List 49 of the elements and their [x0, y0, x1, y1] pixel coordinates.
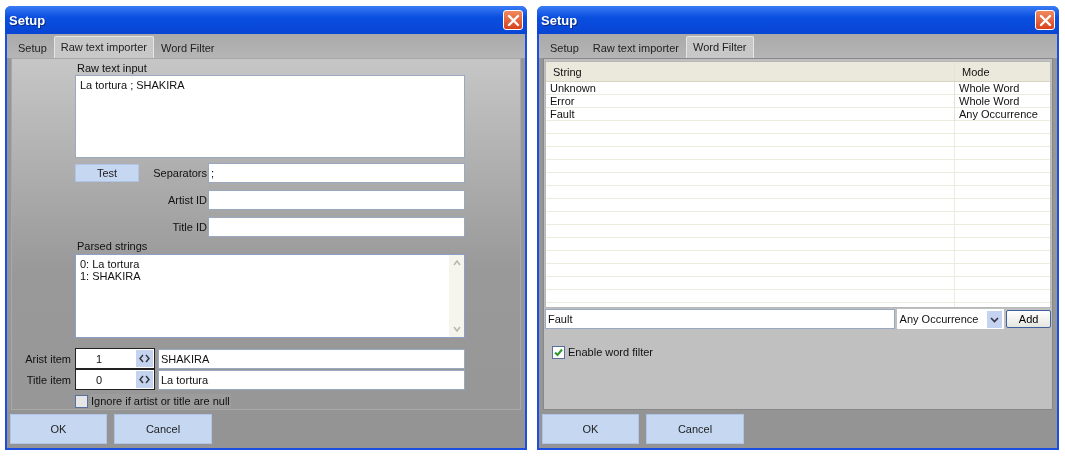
- list-item: 0: La tortura: [80, 258, 141, 270]
- input-field[interactable]: SHAKIRA: [158, 348, 465, 369]
- column-header[interactable]: String: [546, 62, 955, 81]
- field-label: Artist ID: [167, 194, 207, 206]
- dialog-button[interactable]: Cancel: [114, 414, 212, 444]
- dialog-button[interactable]: OK: [542, 414, 639, 444]
- dialog-button[interactable]: OK: [10, 414, 107, 444]
- spin-arrows-icon[interactable]: [136, 371, 153, 388]
- field-label: Arist item: [24, 352, 72, 365]
- field-label: Title item: [25, 373, 72, 386]
- tab[interactable]: Setup: [11, 38, 54, 58]
- table-cell-text: Whole Word: [958, 82, 1021, 95]
- mode-dropdown[interactable]: Any Occurrence: [896, 309, 1005, 329]
- checkbox-label: Ignore if artist or title are null: [90, 394, 231, 408]
- spin-arrows-icon[interactable]: [136, 350, 153, 367]
- field-label: Raw text input: [76, 61, 148, 75]
- checkbox-label: Enable word filter: [567, 345, 654, 359]
- close-button[interactable]: [503, 10, 523, 30]
- input-field[interactable]: La tortura: [158, 369, 465, 390]
- test-button[interactable]: Test: [75, 164, 139, 182]
- text-area[interactable]: La tortura ; SHAKIRA: [75, 75, 465, 158]
- table-cell-text: Any Occurrence: [958, 108, 1039, 121]
- spin-field[interactable]: 0: [75, 369, 155, 390]
- input-field[interactable]: ;: [208, 163, 465, 183]
- window-title: Setup: [541, 12, 578, 28]
- input-field[interactable]: Fault: [545, 309, 895, 329]
- field-label: Parsed strings: [76, 239, 149, 253]
- dialog-button[interactable]: Cancel: [646, 414, 744, 444]
- window-title: Setup: [9, 12, 46, 28]
- close-button[interactable]: [1035, 10, 1055, 30]
- spin-field[interactable]: 1: [75, 348, 155, 369]
- table-cell-text: Whole Word: [958, 95, 1021, 108]
- table-cell: Fault: [546, 108, 955, 121]
- input-field[interactable]: [208, 217, 465, 237]
- tab[interactable]: Raw text importer: [53, 36, 154, 58]
- table-cell: Error: [546, 95, 955, 108]
- input-field[interactable]: [208, 190, 465, 210]
- tab[interactable]: Word Filter: [153, 38, 222, 58]
- list-item: 1: SHAKIRA: [80, 270, 142, 282]
- tab[interactable]: Raw text importer: [585, 38, 686, 58]
- tab[interactable]: Word Filter: [685, 36, 754, 58]
- checkbox[interactable]: [75, 394, 88, 408]
- checkbox[interactable]: [552, 345, 565, 359]
- table-cell: Unknown: [546, 82, 955, 95]
- column-header[interactable]: Mode: [955, 62, 1050, 81]
- field-label: Title ID: [172, 221, 207, 233]
- tab[interactable]: Setup: [543, 38, 586, 58]
- field-label: Separators: [153, 167, 207, 179]
- add-button[interactable]: Add: [1006, 310, 1051, 328]
